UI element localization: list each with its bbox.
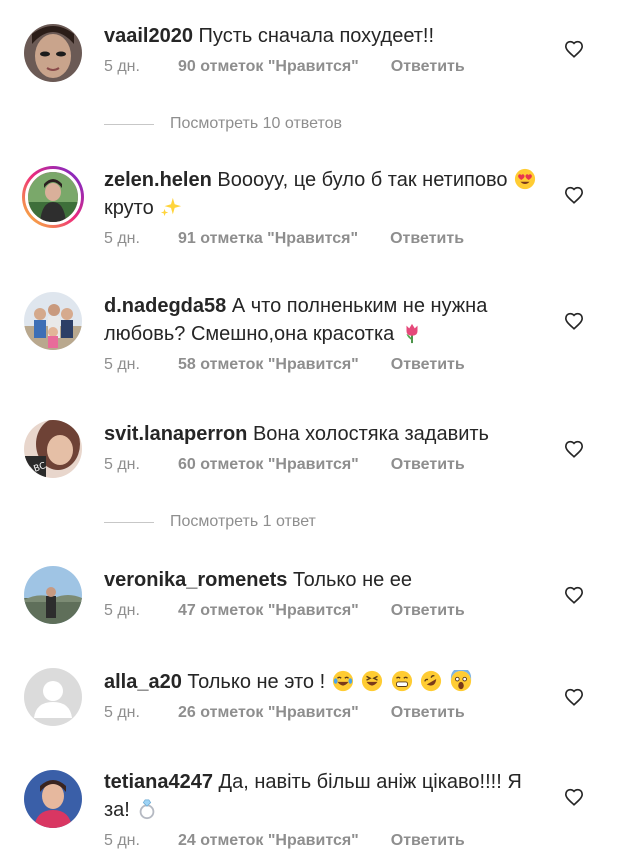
reply-button[interactable]: Ответить [390,230,464,247]
comment-text: vaail2020 Пусть сначала похудеет!! [104,22,544,50]
divider-line [104,521,154,523]
username-link[interactable]: d.nadegda58 [104,295,226,317]
tulip-emoji [406,323,418,344]
avatar[interactable] [24,566,82,624]
rofl-emoji [421,670,442,692]
username-link[interactable]: svit.lanaperron [104,423,247,445]
view-replies-label: Посмотреть 10 ответов [170,115,342,132]
username-link[interactable]: veronika_romenets [104,569,287,591]
view-replies-label: Посмотреть 1 ответ [170,513,316,530]
avatar[interactable]: ABC [24,420,82,478]
comment-body: Пусть сначала похудеет!! [198,25,435,47]
comment-text: veronika_romenets Только не ее [104,566,544,594]
comment-time: 5 дн. [104,602,140,619]
comment-time: 5 дн. [104,832,140,849]
likes-count-link[interactable]: 47 отметок "Нравится" [178,600,359,622]
heart-outline-icon[interactable] [564,186,584,204]
likes-count-link[interactable]: 24 отметок "Нравится" [178,830,359,852]
heart-outline-icon[interactable] [564,40,584,58]
comment-meta: 5 дн. 47 отметок "Нравится" Ответить [104,600,544,622]
avatar[interactable] [22,166,84,228]
username-link[interactable]: alla_a20 [104,671,182,693]
comment-meta: 5 дн. 91 отметка "Нравится" Ответить [104,228,544,250]
reply-button[interactable]: Ответить [391,602,465,619]
comment-text: svit.lanaperron Вона холостяка задавить [104,420,544,448]
likes-count-link[interactable]: 58 отметок "Нравится" [178,354,359,376]
heart-outline-icon[interactable] [564,688,584,706]
comment-text: tetiana4247 Да, навіть більш аніж цікаво… [104,768,544,824]
reply-button[interactable]: Ответить [391,456,465,473]
avatar[interactable] [24,668,82,726]
joy-emoji [332,670,353,692]
reply-button[interactable]: Ответить [391,356,465,373]
comment-text: zelen.helen Boooyy, це було б так нетипо… [104,166,544,222]
comment-time: 5 дн. [104,230,140,247]
reply-button[interactable]: Ответить [391,58,465,75]
comment-meta: 5 дн. 60 отметок "Нравится" Ответить [104,454,544,476]
heart-eyes-emoji [514,168,536,190]
comment-text: alla_a20 Только не это ! [104,668,544,696]
comment-meta: 5 дн. 90 отметок "Нравится" Ответить [104,56,544,78]
username-link[interactable]: tetiana4247 [104,771,213,793]
grin-emoji [391,670,412,692]
likes-count-link[interactable]: 60 отметок "Нравится" [178,454,359,476]
comment-body: круто [104,197,154,219]
comment-body: Вона холостяка задавить [252,423,489,445]
view-replies-button[interactable]: Посмотреть 1 ответ [104,511,316,533]
comment-body: Только не ее [292,569,413,591]
avatar[interactable] [24,24,82,82]
username-link[interactable]: vaail2020 [104,25,193,47]
avatar[interactable] [24,292,82,350]
likes-count-link[interactable]: 90 отметок "Нравится" [178,56,359,78]
divider-line [104,123,154,125]
likes-count-link[interactable]: 26 отметок "Нравится" [178,702,359,724]
scream-emoji [450,670,472,692]
heart-outline-icon[interactable] [564,788,584,806]
view-replies-button[interactable]: Посмотреть 10 ответов [104,113,342,135]
comment-meta: 5 дн. 24 отметок "Нравится" Ответить [104,830,544,852]
comment-time: 5 дн. [104,356,140,373]
comment-time: 5 дн. [104,58,140,75]
username-link[interactable]: zelen.helen [104,169,212,191]
laughing-emoji [362,670,383,692]
reply-button[interactable]: Ответить [391,704,465,721]
comment-text: d.nadegda58 А что полненьким не нужна лю… [104,292,544,348]
avatar[interactable] [24,770,82,828]
comment-time: 5 дн. [104,704,140,721]
reply-button[interactable]: Ответить [391,832,465,849]
comment-meta: 5 дн. 58 отметок "Нравится" Ответить [104,354,544,376]
likes-count-link[interactable]: 91 отметка "Нравится" [178,228,358,250]
heart-outline-icon[interactable] [564,440,584,458]
comment-meta: 5 дн. 26 отметок "Нравится" Ответить [104,702,544,724]
comment-body: Только не это ! [187,671,326,693]
sparkles-emoji [161,197,182,217]
heart-outline-icon[interactable] [564,586,584,604]
ring-emoji [140,799,155,820]
comment-body: Boooyy, це було б так нетипово [217,169,508,191]
heart-outline-icon[interactable] [564,312,584,330]
comment-time: 5 дн. [104,456,140,473]
